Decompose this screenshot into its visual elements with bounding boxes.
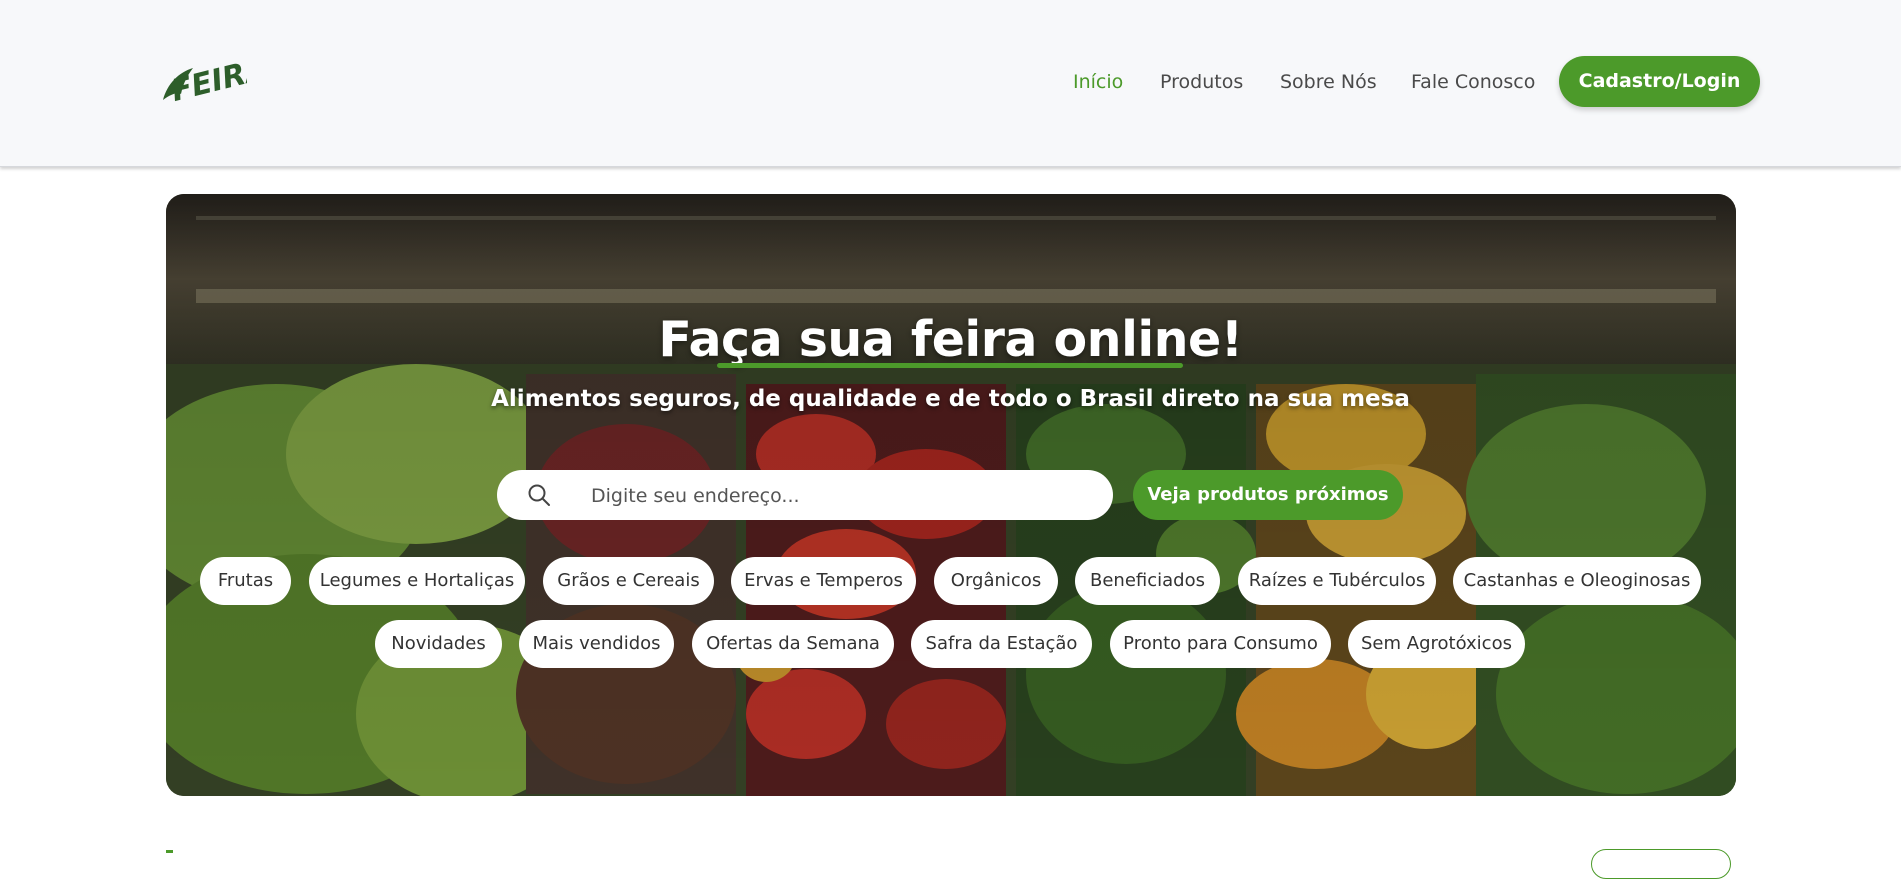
address-input[interactable]: [589, 470, 1093, 522]
search-icon: [528, 484, 550, 506]
chip-pronto-consumo[interactable]: Pronto para Consumo: [1110, 620, 1331, 668]
chip-sem-agrotoxicos[interactable]: Sem Agrotóxicos: [1348, 620, 1525, 668]
section-title-accent: [166, 850, 173, 853]
chip-raizes-tuberculos[interactable]: Raízes e Tubérculos: [1238, 557, 1436, 605]
hero-title: Faça sua feira online!: [658, 311, 1243, 368]
chip-safra-estacao[interactable]: Safra da Estação: [911, 620, 1092, 668]
chip-castanhas-oleoginosas[interactable]: Castanhas e Oleoginosas: [1453, 557, 1701, 605]
site-header: FEIRA Início Produtos Sobre Nós Fale Con…: [0, 0, 1901, 167]
hero-subtitle: Alimentos seguros, de qualidade e de tod…: [491, 386, 1410, 412]
chip-graos-cereais[interactable]: Grãos e Cereais: [543, 557, 714, 605]
chip-novidades[interactable]: Novidades: [375, 620, 502, 668]
chip-legumes-hortalicas[interactable]: Legumes e Hortaliças: [309, 557, 525, 605]
nav-fale-conosco[interactable]: Fale Conosco: [1411, 56, 1535, 108]
chip-ervas-temperos[interactable]: Ervas e Temperos: [731, 557, 916, 605]
svg-text:FEIRA: FEIRA: [168, 54, 247, 106]
section-action-button[interactable]: [1591, 849, 1731, 879]
chip-ofertas-semana[interactable]: Ofertas da Semana: [692, 620, 894, 668]
nav-inicio[interactable]: Início: [1073, 56, 1123, 108]
chip-beneficiados[interactable]: Beneficiados: [1075, 557, 1220, 605]
chip-mais-vendidos[interactable]: Mais vendidos: [519, 620, 674, 668]
address-search[interactable]: [497, 470, 1113, 522]
nearby-products-button[interactable]: Veja produtos próximos: [1133, 470, 1403, 520]
nav-produtos[interactable]: Produtos: [1160, 56, 1243, 108]
feira-logo[interactable]: FEIRA: [157, 54, 247, 106]
login-button[interactable]: Cadastro/Login: [1559, 56, 1760, 107]
title-underline: [717, 363, 1183, 368]
chip-frutas[interactable]: Frutas: [200, 557, 291, 605]
nav-sobre-nos[interactable]: Sobre Nós: [1280, 56, 1377, 108]
chip-organicos[interactable]: Orgânicos: [934, 557, 1058, 605]
